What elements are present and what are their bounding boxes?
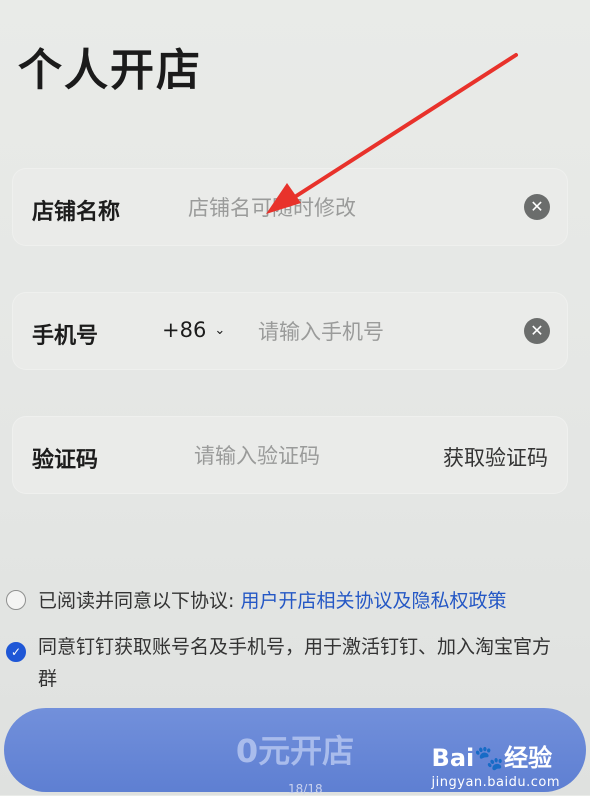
chevron-down-icon: ⌄ <box>214 323 226 338</box>
watermark-url: jingyan.baidu.com <box>431 775 560 790</box>
shop-name-label: 店铺名称 <box>32 200 121 225</box>
phone-input[interactable] <box>256 312 520 352</box>
agreement-checkbox-dingtalk[interactable]: ✓ <box>6 642 26 662</box>
country-code-value: +86 <box>162 318 207 342</box>
watermark-logo: Bai🐾经验 jingyan.baidu.com <box>432 738 560 790</box>
country-code-select[interactable]: +86 ⌄ <box>162 318 225 342</box>
shop-name-field[interactable]: 店铺名称 ✕ <box>12 168 568 246</box>
watermark-brand: Bai🐾经验 <box>431 744 553 772</box>
page-title: 个人开店 <box>18 45 202 96</box>
verify-code-label: 验证码 <box>32 448 99 473</box>
dingtalk-consent-text: 同意钉钉获取账号名及手机号，用于激活钉钉、加入淘宝官方群 <box>38 636 552 690</box>
clear-icon[interactable]: ✕ <box>524 194 550 220</box>
page-indicator: 18/18 <box>288 782 323 796</box>
get-code-button[interactable]: 获取验证码 <box>443 442 548 472</box>
agreement-checkbox-terms[interactable] <box>6 590 26 610</box>
agreement-link[interactable]: 用户开店相关协议及隐私权政策 <box>240 590 506 612</box>
clear-icon[interactable]: ✕ <box>524 318 550 344</box>
verify-code-input[interactable] <box>192 436 426 476</box>
agreement-row-dingtalk: ✓ 同意钉钉获取账号名及手机号，用于激活钉钉、加入淘宝官方群 <box>6 631 576 695</box>
phone-label: 手机号 <box>32 324 99 349</box>
phone-field[interactable]: 手机号 +86 ⌄ ✕ <box>12 292 568 370</box>
verify-code-field[interactable]: 验证码 获取验证码 <box>12 416 568 494</box>
agreement-text: 已阅读并同意以下协议: <box>38 590 241 612</box>
agreement-row-terms: 已阅读并同意以下协议: 用户开店相关协议及隐私权政策 <box>6 585 506 617</box>
shop-name-input[interactable] <box>186 188 510 228</box>
